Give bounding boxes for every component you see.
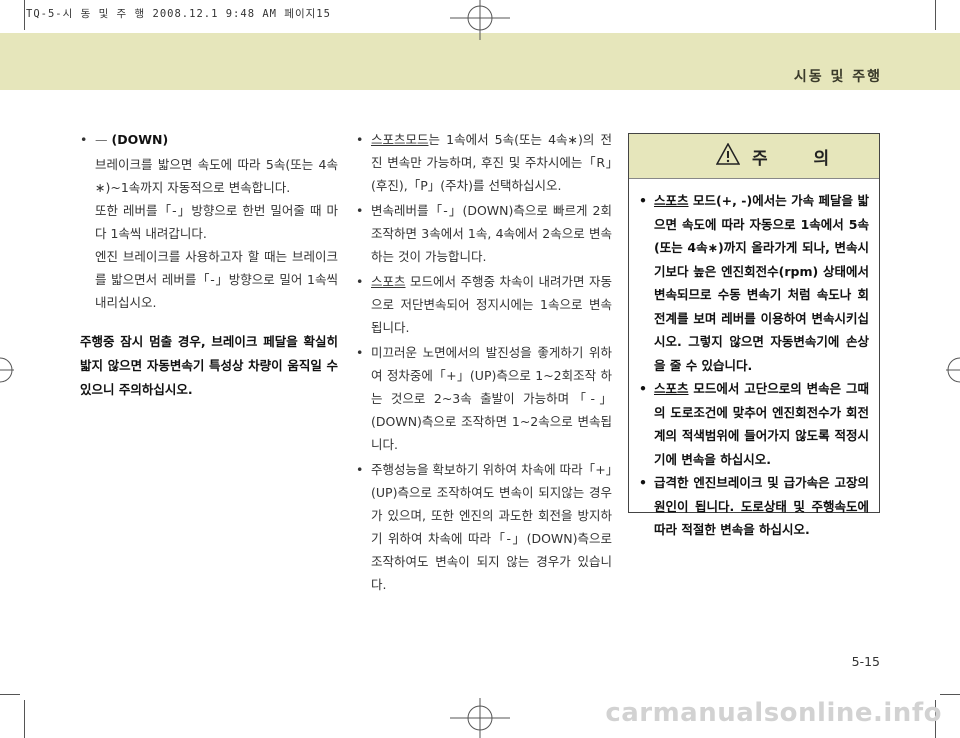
down-heading-label: (DOWN) bbox=[111, 132, 169, 147]
registration-mark-icon bbox=[0, 357, 14, 383]
left-column: • — (DOWN) 브레이크를 밟으면 속도에 따라 5속(또는 4속 ∗)~… bbox=[80, 128, 338, 402]
crop-mark bbox=[24, 0, 25, 30]
bullet: • bbox=[80, 132, 88, 147]
registration-mark-icon bbox=[450, 0, 510, 40]
bullet: • bbox=[356, 274, 364, 289]
crop-mark bbox=[0, 694, 20, 695]
caution-body: • 스포츠 모드(+, -)에서는 가속 페달을 밟으면 속도에 따라 자동으로 … bbox=[629, 179, 879, 542]
list-item: • 변속레버를「-」(DOWN)측으로 빠르게 2회 조작하면 3속에서 1속, … bbox=[356, 199, 612, 268]
bullet: • bbox=[639, 475, 647, 490]
bullet: • bbox=[356, 462, 364, 477]
caution-item-text: 모드(+, -)에서는 가속 페달을 밟으면 속도에 따라 자동으로 1속에서 … bbox=[654, 193, 869, 373]
list-item-text: 모드에서 주행중 차속이 내려가면 자동으로 저단변속되어 정지시에는 1속으로… bbox=[371, 274, 612, 335]
middle-column: • 스포츠모드는 1속에서 5속(또는 4속∗)의 전진 변속만 가능하며, 후진… bbox=[356, 128, 612, 598]
caution-box: 주 의 • 스포츠 모드(+, -)에서는 가속 페달을 밟으면 속도에 따라 자… bbox=[628, 133, 880, 537]
registration-mark-icon bbox=[450, 698, 510, 738]
list-item-lead: 스포츠 bbox=[371, 274, 406, 289]
caution-item-lead: 스포츠 bbox=[654, 381, 689, 396]
caution-header: 주 의 bbox=[629, 134, 879, 179]
list-item-text: 변속레버를「-」(DOWN)측으로 빠르게 2회 조작하면 3속에서 1속, 4… bbox=[371, 203, 612, 264]
crop-mark bbox=[935, 0, 936, 30]
watermark: carmanualsonline.info bbox=[605, 698, 942, 728]
down-heading: • — (DOWN) bbox=[80, 128, 338, 151]
list-item: • 스포츠모드는 1속에서 5속(또는 4속∗)의 전진 변속만 가능하며, 후진… bbox=[356, 128, 612, 197]
print-slug: TQ-5-시 동 및 주 행 2008.12.1 9:48 AM 페이지15 bbox=[26, 8, 331, 20]
caution-item: • 급격한 엔진브레이크 및 급가속은 고장의 원인이 됩니다. 도로상태 및 주… bbox=[639, 471, 869, 542]
crop-mark bbox=[940, 694, 960, 695]
page-title: 시동 및 주행 bbox=[793, 69, 882, 85]
caution-item: • 스포츠 모드(+, -)에서는 가속 페달을 밟으면 속도에 따라 자동으로 … bbox=[639, 189, 869, 377]
page-number: 5-15 bbox=[851, 654, 880, 669]
registration-mark-icon bbox=[946, 357, 960, 383]
bullet: • bbox=[639, 381, 647, 396]
list-item-text: 주행성능을 확보하기 위하여 차속에 따라「+」(UP)측으로 조작하여도 변속… bbox=[371, 462, 612, 592]
list-item-text: 미끄러운 노면에서의 발진성을 좋게하기 위하여 정차중에「+」(UP)측으로 … bbox=[371, 345, 612, 452]
paragraph: 또한 레버를「-」방향으로 한번 밀어줄 때 마다 1속씩 내려갑니다. bbox=[95, 203, 338, 241]
crop-mark bbox=[24, 700, 25, 738]
list-item: • 스포츠 모드에서 주행중 차속이 내려가면 자동으로 저단변속되어 정지시에는… bbox=[356, 270, 612, 339]
paragraph: 브레이크를 밟으면 속도에 따라 5속(또는 4속 ∗)~1속까지 자동적으로 … bbox=[95, 157, 338, 195]
caution-title: 주 의 bbox=[752, 149, 850, 169]
bullet: • bbox=[356, 132, 364, 147]
dash: — bbox=[95, 132, 108, 147]
caution-item-lead: 스포츠 bbox=[654, 193, 689, 208]
bullet: • bbox=[639, 193, 647, 208]
list-item: • 미끄러운 노면에서의 발진성을 좋게하기 위하여 정차중에「+」(UP)측으로… bbox=[356, 341, 612, 456]
caution-item: • 스포츠 모드에서 고단으로의 변속은 그때의 도로조건에 맞추어 엔진회전수가… bbox=[639, 377, 869, 471]
paragraph: 엔진 브레이크를 사용하고자 할 때는 브레이크를 밟으면서 레버를「-」방향으… bbox=[95, 249, 338, 310]
warning-triangle-icon bbox=[716, 143, 740, 165]
bullet: • bbox=[356, 203, 364, 218]
list-item-lead: 스포츠모드 bbox=[371, 132, 429, 147]
list-item: • 주행성능을 확보하기 위하여 차속에 따라「+」(UP)측으로 조작하여도 변… bbox=[356, 458, 612, 596]
stop-warning: 주행중 잠시 멈출 경우, 브레이크 페달을 확실히 밟지 않으면 자동변속기 … bbox=[80, 334, 338, 397]
caution-item-text: 급격한 엔진브레이크 및 급가속은 고장의 원인이 됩니다. 도로상태 및 주행… bbox=[654, 475, 869, 537]
bullet: • bbox=[356, 345, 364, 360]
